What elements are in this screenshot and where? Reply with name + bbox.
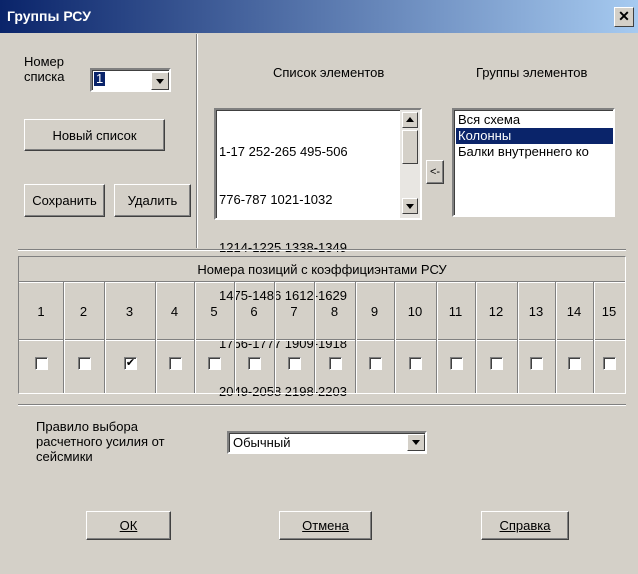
position-checkbox[interactable] <box>603 357 616 370</box>
chevron-down-icon <box>412 440 420 445</box>
position-number: 2 <box>79 304 88 319</box>
position-number: 10 <box>407 304 423 319</box>
position-number: 1 <box>37 304 45 319</box>
arrow-up-icon <box>406 117 414 122</box>
position-number: 3 <box>125 304 134 319</box>
table-column-divider <box>155 282 157 393</box>
seismic-label-line2: расчетного усилия от <box>36 434 165 449</box>
elements-listbox[interactable]: 1-17 252-265 495-506 776-787 1021-1032 1… <box>214 108 422 399</box>
help-button[interactable]: Справка <box>481 511 569 540</box>
group-item-all[interactable]: Вся схема <box>456 112 520 128</box>
list-number-combobox[interactable]: 1 <box>90 68 171 92</box>
table-top-line <box>18 249 626 251</box>
elements-header: Список элементов <box>273 65 385 80</box>
cancel-label: Отмена <box>302 518 349 533</box>
scroll-thumb[interactable] <box>402 130 418 164</box>
list-item[interactable]: 776-787 1021-1032 <box>219 192 348 208</box>
list-number-value: 1 <box>94 71 106 86</box>
dialog-window: Группы РСУ ✕ Номер списка 1 Новый список… <box>0 0 638 574</box>
close-button[interactable]: ✕ <box>614 7 634 27</box>
table-column-divider <box>475 282 477 393</box>
table-column-divider <box>63 282 65 393</box>
position-checkbox[interactable] <box>369 357 382 370</box>
seismic-dropdown-button[interactable] <box>407 434 425 451</box>
list-item[interactable]: 1214-1225 1338-1349 <box>219 240 348 256</box>
delete-button[interactable]: Удалить <box>114 184 191 217</box>
list-number-label: Номер списка <box>24 54 65 84</box>
position-checkbox[interactable] <box>409 357 422 370</box>
table-column-divider <box>104 282 106 393</box>
position-number: 7 <box>290 304 298 319</box>
table-column-divider <box>314 282 316 393</box>
seismic-combobox[interactable]: Обычный <box>227 431 427 454</box>
help-label: Справка <box>499 518 551 533</box>
table-column-divider <box>234 282 236 393</box>
elements-scrollbar[interactable] <box>400 110 420 218</box>
chevron-down-icon <box>156 79 164 84</box>
table-column-divider <box>394 282 396 393</box>
positions-header: Номера позиций с коэффициэнтами РСУ <box>197 262 447 277</box>
arrow-down-icon <box>406 204 414 209</box>
position-checkbox[interactable] <box>568 357 581 370</box>
position-checkbox[interactable] <box>248 357 261 370</box>
scroll-up-button[interactable] <box>402 112 418 128</box>
add-group-arrow-button[interactable]: <- <box>426 160 444 184</box>
position-checkbox[interactable] <box>78 357 91 370</box>
group-item-columns[interactable]: Колонны <box>456 128 613 144</box>
table-column-divider <box>194 282 196 393</box>
table-column-divider <box>436 282 438 393</box>
position-checkbox[interactable] <box>450 357 463 370</box>
table-column-divider <box>555 282 557 393</box>
position-number: 5 <box>210 304 218 319</box>
groups-listbox[interactable]: Вся схема Колонны Балки внутреннего ко <box>452 108 615 217</box>
table-header-line <box>19 281 625 283</box>
position-number: 9 <box>370 304 379 319</box>
position-checkbox[interactable] <box>35 357 48 370</box>
table-column-divider <box>355 282 357 393</box>
position-number: 8 <box>330 304 339 319</box>
seismic-label-line1: Правило выбора <box>36 419 138 434</box>
position-number: 12 <box>488 304 504 319</box>
position-number: 6 <box>250 304 258 319</box>
position-number: 11 <box>448 304 463 319</box>
seismic-label: Правило выбора расчетного усилия от сейс… <box>36 419 165 464</box>
group-item-beams[interactable]: Балки внутреннего ко <box>456 144 589 160</box>
position-number: 4 <box>170 304 179 319</box>
table-mid-line <box>19 339 625 341</box>
scroll-down-button[interactable] <box>402 198 418 214</box>
position-checkbox[interactable] <box>490 357 503 370</box>
ok-label: ОК <box>119 518 138 533</box>
seismic-label-line3: сейсмики <box>36 449 93 464</box>
table-column-divider <box>593 282 595 393</box>
bottom-separator <box>18 404 626 406</box>
ok-button[interactable]: ОК <box>86 511 171 540</box>
position-checkbox[interactable] <box>329 357 342 370</box>
list-number-dropdown-button[interactable] <box>151 72 169 90</box>
table-column-divider <box>274 282 276 393</box>
new-list-button[interactable]: Новый список <box>24 119 165 151</box>
checkmark-icon: ✔ <box>125 357 136 369</box>
position-checkbox[interactable]: ✔ <box>124 357 137 370</box>
list-number-label-line1: Номер <box>24 54 65 69</box>
position-number: 13 <box>528 304 544 319</box>
position-number: 15 <box>601 304 617 319</box>
vertical-separator <box>196 34 198 248</box>
position-checkbox[interactable] <box>169 357 182 370</box>
list-number-label-line2: списка <box>24 69 65 84</box>
list-item[interactable]: 1-17 252-265 495-506 <box>219 144 348 160</box>
position-checkbox[interactable] <box>288 357 301 370</box>
cancel-button[interactable]: Отмена <box>279 511 372 540</box>
position-checkbox[interactable] <box>530 357 543 370</box>
groups-header: Группы элементов <box>476 65 588 80</box>
window-title: Группы РСУ <box>7 8 91 24</box>
save-button[interactable]: Сохранить <box>24 184 105 217</box>
table-column-divider <box>517 282 519 393</box>
seismic-value: Обычный <box>233 435 291 450</box>
position-number: 14 <box>566 304 582 319</box>
title-bar[interactable]: Группы РСУ ✕ <box>0 0 638 33</box>
position-checkbox[interactable] <box>208 357 221 370</box>
